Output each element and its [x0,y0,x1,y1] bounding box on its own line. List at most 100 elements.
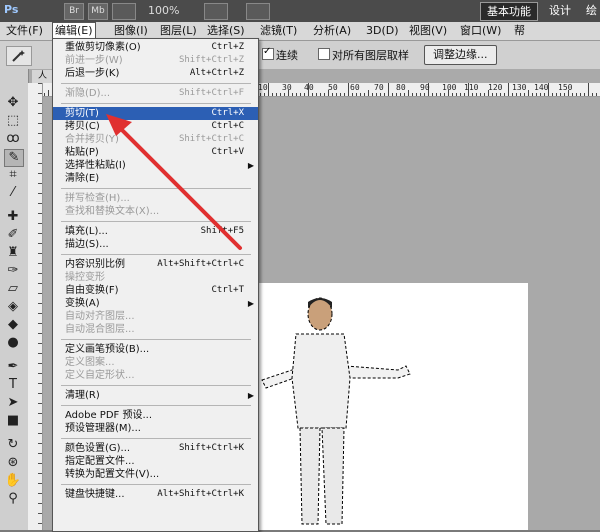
edit-menu-item[interactable]: 内容识别比例 Alt+Shift+Ctrl+C [53,258,258,271]
ruler-tick [360,93,361,96]
ruler-tick [536,93,537,96]
edit-menu-item[interactable]: 填充(L)... Shift+F5 [53,225,258,238]
menu-filter[interactable]: 滤镜(T) [258,23,299,39]
edit-menu-item-label: 操控变形 [65,272,105,283]
application-bar: Ps Br Mb 100% 基本功能 设计 绘 [0,0,600,22]
menu-3d[interactable]: 3D(D) [364,23,401,39]
marquee-tool-icon[interactable]: ⬚ [4,113,22,129]
3d-rotate-tool-icon[interactable]: ↻ [4,437,22,453]
menu-separator [61,484,251,485]
menu-help[interactable]: 帮 [512,23,527,39]
edit-menu-item-shortcut: Shift+Ctrl+Z [178,55,244,65]
lasso-tool-icon[interactable]: ꝏ [4,131,22,147]
shape-tool-icon[interactable]: ■ [4,413,22,429]
edit-menu-item-label: 前进一步(W) [65,55,123,66]
launch-mini-bridge-button[interactable]: Mb [88,3,108,20]
edit-menu-item[interactable]: 选择性粘贴(I) ▶ [53,159,258,172]
healing-brush-tool-icon[interactable]: ✚ [4,209,22,225]
clone-stamp-tool-icon[interactable]: ♜ [4,245,22,261]
edit-menu-item[interactable]: 定义画笔预设(B)... [53,343,258,356]
edit-menu-item[interactable]: 变换(A) ▶ [53,297,258,310]
quick-selection-tool-icon[interactable]: ✎ [4,149,24,167]
workspace-painting-button[interactable]: 绘 [580,2,600,19]
launch-bridge-button[interactable]: Br [64,3,84,20]
edit-menu-item-label: 合并拷贝(Y) [65,134,119,145]
edit-menu-item[interactable]: 键盘快捷键... Alt+Shift+Ctrl+K [53,488,258,501]
zoom-level[interactable]: 100% [148,4,179,17]
menu-separator [61,221,251,222]
menu-image[interactable]: 图像(I) [112,23,150,39]
edit-menu-item[interactable]: 指定配置文件... [53,455,258,468]
edit-menu-item[interactable]: 颜色设置(G)... Shift+Ctrl+K [53,442,258,455]
ruler-tick [584,93,585,96]
ruler-tick [344,93,345,96]
menu-analysis[interactable]: 分析(A) [311,23,353,39]
menu-select[interactable]: 选择(S) [205,23,247,39]
type-tool-icon[interactable]: T [4,377,22,393]
sample-all-layers-checkbox[interactable] [318,48,330,60]
ruler-tick [596,93,597,96]
menu-edit[interactable]: 编辑(E) [52,22,96,39]
ruler-tick [268,83,269,96]
ruler-tick [464,93,465,96]
edit-menu-item[interactable]: 自由变换(F) Ctrl+T [53,284,258,297]
crop-tool-icon[interactable]: ⌗ [4,167,22,183]
submenu-arrow-icon: ▶ [247,299,254,308]
brush-tool-icon[interactable]: ✐ [4,227,22,243]
selected-person-figure[interactable] [258,288,418,530]
refine-edge-button[interactable]: 调整边缘... [424,45,497,65]
hand-tool-icon[interactable]: ✋ [4,473,22,489]
menu-separator [61,254,251,255]
eraser-tool-icon[interactable]: ▱ [4,281,22,297]
ruler-tick [400,93,401,96]
edit-menu-item[interactable]: 拷贝(C) Ctrl+C [53,120,258,133]
arrange-documents-icon[interactable] [204,3,228,20]
workspace-essentials-button[interactable]: 基本功能 [480,2,538,21]
edit-menu-item-label: 重做剪切像素(O) [65,42,141,53]
edit-menu-item[interactable]: 后退一步(K) Alt+Ctrl+Z [53,67,258,80]
edit-menu-item-shortcut: Shift+Ctrl+C [178,134,244,144]
history-brush-tool-icon[interactable]: ✑ [4,263,22,279]
ruler-tick [336,93,337,96]
edit-menu-item[interactable]: 粘贴(P) Ctrl+V [53,146,258,159]
edit-menu-item[interactable]: 转换为配置文件(V)... [53,468,258,481]
pen-tool-icon[interactable]: ✒ [4,359,22,375]
menu-window[interactable]: 窗口(W) [458,23,503,39]
ruler-tick [500,93,501,96]
ruler-tick [440,93,441,96]
ruler-tick [348,83,349,96]
ruler-tick [532,93,533,96]
edit-menu-item[interactable]: 剪切(T) Ctrl+X [53,107,258,120]
ruler-tick [564,93,565,96]
blur-tool-icon[interactable]: ◆ [4,317,22,333]
ruler-tick [420,93,421,96]
path-selection-tool-icon[interactable]: ➤ [4,395,22,411]
view-extras-icon[interactable] [112,3,136,20]
document-tab[interactable]: 人 [32,70,54,83]
3d-orbit-tool-icon[interactable]: ⊛ [4,455,22,471]
edit-menu-item[interactable]: 描边(S)... [53,238,258,251]
edit-menu-item[interactable]: 清理(R) ▶ [53,389,258,402]
screen-mode-icon[interactable] [246,3,270,20]
dodge-tool-icon[interactable]: ● [4,335,22,351]
edit-menu-item[interactable]: 清除(E) [53,172,258,185]
zoom-tool-icon[interactable]: ⚲ [4,491,22,507]
edit-menu-item[interactable]: 预设管理器(M)... [53,422,258,435]
ruler-tick [408,90,409,96]
edit-menu-item[interactable]: 重做剪切像素(O) Ctrl+Z [53,41,258,54]
menu-layer[interactable]: 图层(L) [158,23,199,39]
ruler-tick [472,93,473,96]
contiguous-checkbox[interactable] [262,46,274,60]
edit-menu-item-shortcut: Alt+Shift+Ctrl+C [157,259,244,269]
workspace-design-button[interactable]: 设计 [543,2,577,19]
tool-preset-picker[interactable] [6,46,32,66]
paint-bucket-tool-icon[interactable]: ◈ [4,299,22,315]
eyedropper-tool-icon[interactable]: ⁄ [4,185,22,201]
edit-menu-item[interactable]: Adobe PDF 预设... [53,409,258,422]
menu-view[interactable]: 视图(V) [407,23,449,39]
edit-menu-item-label: 自动对齐图层... [65,311,135,322]
ruler-tick [520,93,521,96]
menu-file[interactable]: 文件(F) [4,23,45,39]
move-tool-icon[interactable]: ✥ [4,95,22,111]
edit-menu-item-label: 查找和替换文本(X)... [65,206,160,217]
